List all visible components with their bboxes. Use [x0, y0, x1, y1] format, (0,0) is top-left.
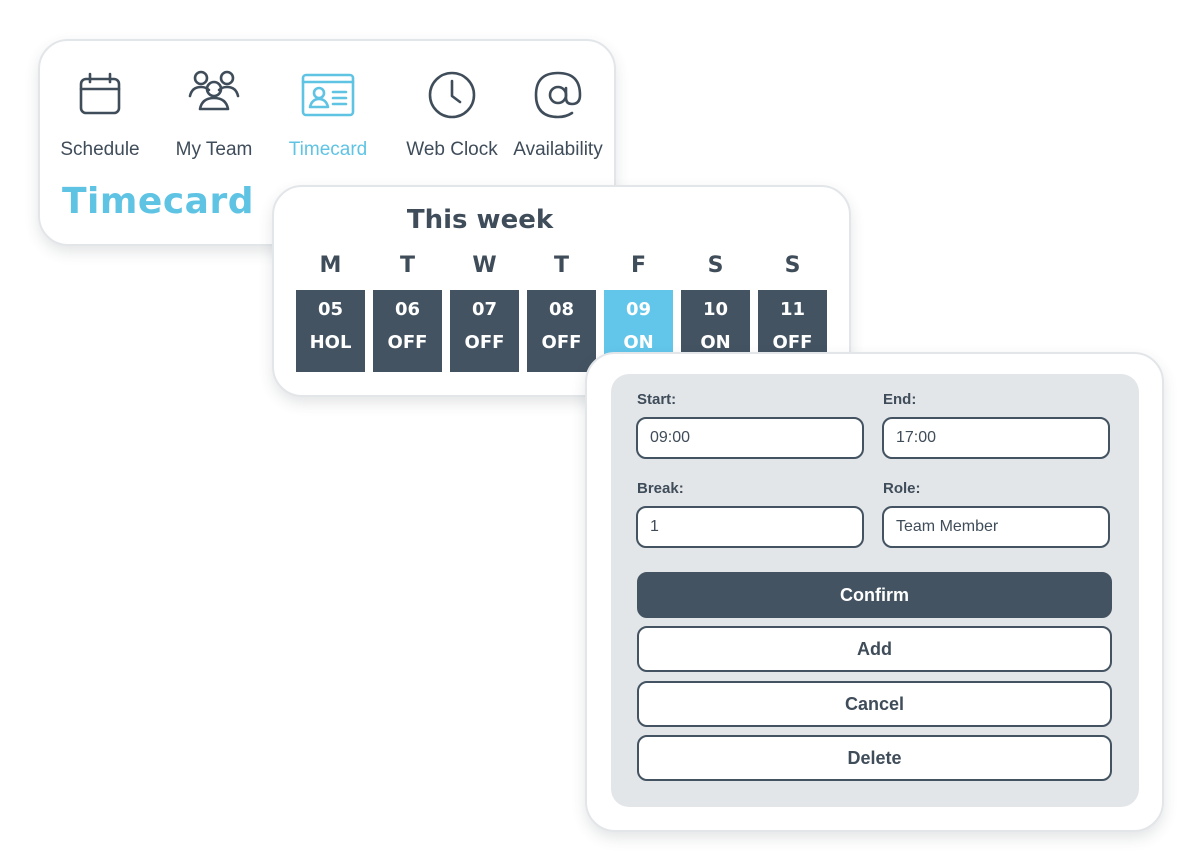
day-status: OFF	[387, 332, 428, 353]
day-status: ON	[623, 332, 654, 353]
day-date: 08	[548, 299, 575, 320]
cancel-button[interactable]: Cancel	[637, 681, 1112, 727]
day-letter: T	[399, 253, 415, 278]
day-tile[interactable]: 07 OFF	[450, 290, 519, 372]
nav-label-timecard: Timecard	[288, 139, 368, 160]
day-tile[interactable]: 08 OFF	[527, 290, 596, 372]
nav-label-web-clock: Web Clock	[406, 139, 498, 160]
day-tile[interactable]: 06 OFF	[373, 290, 442, 372]
day-column-thursday: T 08 OFF	[527, 253, 596, 372]
day-column-wednesday: W 07 OFF	[450, 253, 519, 372]
day-letter: S	[784, 253, 801, 278]
day-column-monday: M 05 HOL	[296, 253, 365, 372]
day-letter: W	[472, 253, 497, 278]
day-letter: F	[630, 253, 647, 278]
end-label: End:	[883, 391, 917, 408]
day-status: ON	[700, 332, 731, 353]
nav-item-availability[interactable]: Availability	[498, 67, 618, 177]
shift-form-card: Start: End: Break: Role: Confirm Add Can…	[585, 352, 1164, 832]
day-date: 10	[702, 299, 729, 320]
break-input[interactable]	[636, 506, 864, 548]
role-input[interactable]	[882, 506, 1110, 548]
nav-item-schedule[interactable]: Schedule	[40, 67, 160, 177]
team-icon	[186, 67, 242, 123]
delete-button[interactable]: Delete	[637, 735, 1112, 781]
day-date: 05	[317, 299, 344, 320]
day-date: 06	[394, 299, 421, 320]
shift-form: Start: End: Break: Role: Confirm Add Can…	[611, 374, 1139, 807]
nav-label-my-team: My Team	[175, 139, 253, 160]
day-date: 11	[779, 299, 806, 320]
day-status: OFF	[541, 332, 582, 353]
add-button[interactable]: Add	[637, 626, 1112, 672]
nav-label-schedule: Schedule	[60, 139, 140, 160]
start-time-input[interactable]	[636, 417, 864, 459]
day-column-tuesday: T 06 OFF	[373, 253, 442, 372]
confirm-button[interactable]: Confirm	[637, 572, 1112, 618]
end-time-input[interactable]	[882, 417, 1110, 459]
day-tile[interactable]: 05 HOL	[296, 290, 365, 372]
id-card-icon	[300, 67, 356, 123]
clock-icon	[424, 67, 480, 123]
day-date: 07	[471, 299, 498, 320]
calendar-icon	[72, 67, 128, 123]
break-label: Break:	[637, 480, 684, 497]
day-status: HOL	[309, 332, 352, 353]
day-status: OFF	[464, 332, 505, 353]
day-letter: T	[553, 253, 569, 278]
week-title: This week	[406, 205, 554, 235]
page-title: Timecard	[62, 181, 254, 222]
day-status: OFF	[772, 332, 813, 353]
nav-item-web-clock[interactable]: Web Clock	[392, 67, 512, 177]
day-date: 09	[625, 299, 652, 320]
nav-item-my-team[interactable]: My Team	[154, 67, 274, 177]
day-letter: M	[319, 253, 342, 278]
nav-item-timecard[interactable]: Timecard	[268, 67, 388, 177]
at-sign-icon	[530, 67, 586, 123]
nav-label-availability: Availability	[513, 139, 603, 160]
day-letter: S	[707, 253, 724, 278]
start-label: Start:	[637, 391, 677, 408]
role-label: Role:	[883, 480, 921, 497]
